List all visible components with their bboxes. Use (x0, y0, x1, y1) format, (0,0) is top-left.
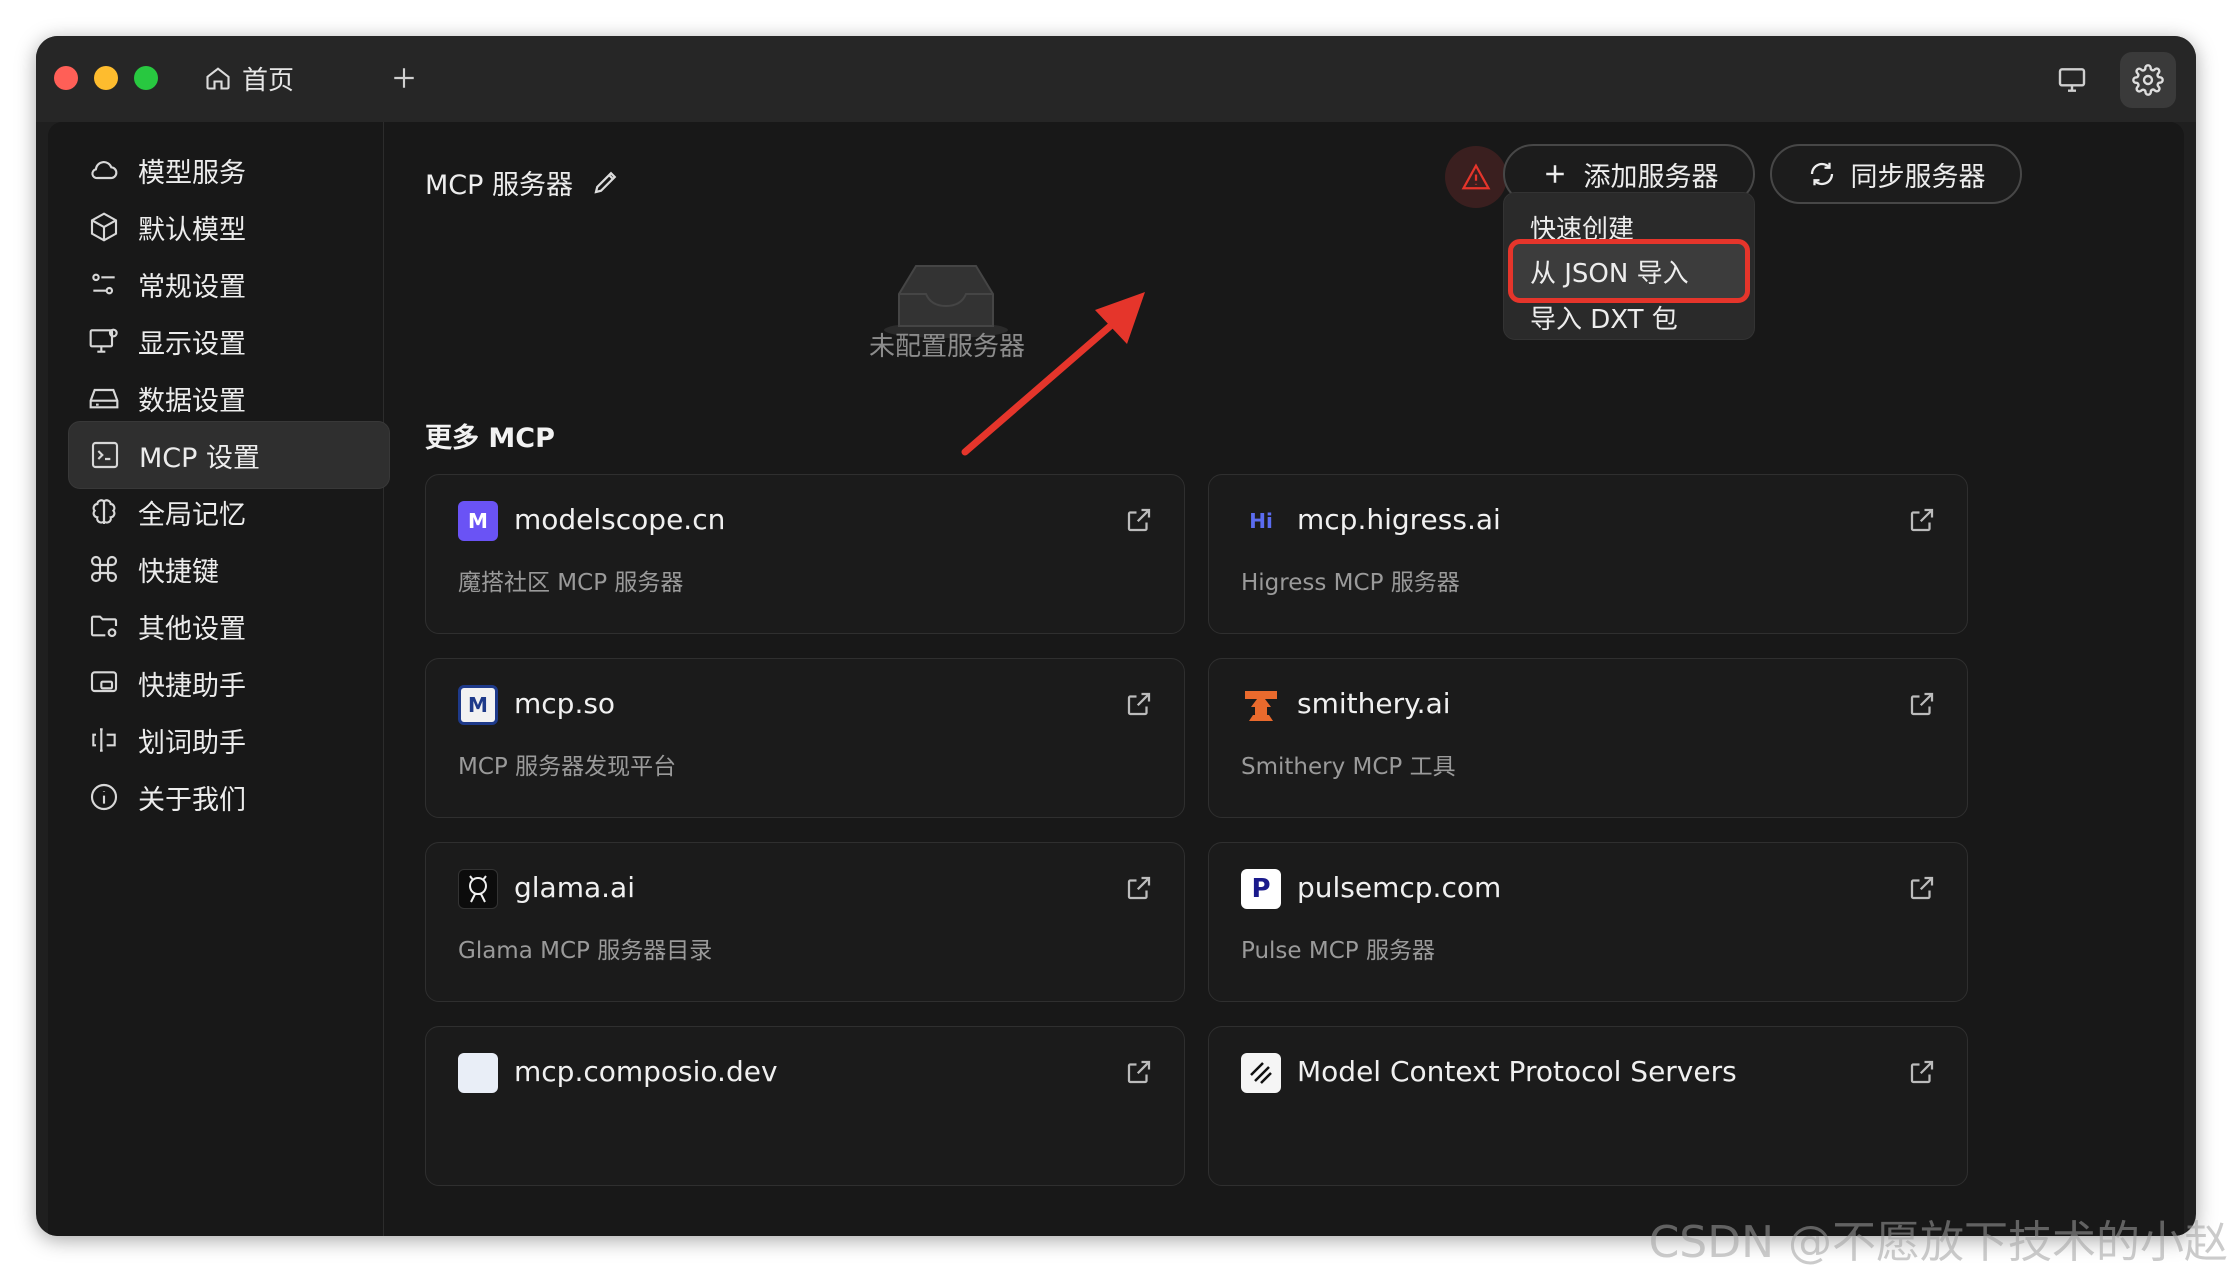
monitor-icon (2058, 68, 2086, 92)
app-window: 首页 模型服务 默认模型 常规设置 显示设置 数据设置 MCP 设置 全局记忆 … (36, 36, 2196, 1236)
settings-button[interactable] (2120, 52, 2176, 108)
refresh-icon (1810, 162, 1833, 186)
card-desc: Smithery MCP 工具 (1241, 754, 1456, 780)
tab-home-label: 首页 (242, 65, 295, 96)
drive-icon (89, 388, 119, 409)
home-icon (206, 67, 230, 90)
card-desc: Higress MCP 服务器 (1241, 570, 1460, 596)
card-name: mcp.higress.ai (1297, 503, 1501, 536)
smithery-logo (1241, 685, 1281, 725)
monitor-settings-icon (89, 328, 118, 353)
more-mcp-title: 更多 MCP (425, 423, 555, 454)
external-link-icon[interactable] (1124, 1057, 1154, 1087)
card-composio[interactable]: mcp.composio.dev (425, 1026, 1185, 1186)
command-icon (90, 555, 118, 583)
card-mcp-servers[interactable]: Model Context Protocol Servers (1208, 1026, 1968, 1186)
main-panel: MCP 服务器 添加服务器 同步服务器 快速创建 从 JSON 导入 导入 DX… (385, 122, 2184, 1236)
modelscope-logo: M (458, 501, 498, 541)
external-link-icon[interactable] (1907, 505, 1937, 535)
card-pulsemcp[interactable]: P pulsemcp.com Pulse MCP 服务器 (1208, 842, 1968, 1002)
card-name: glama.ai (514, 871, 635, 904)
tab-home[interactable]: 首页 (204, 58, 294, 98)
sidebar-item-label: 其他设置 (138, 613, 246, 645)
card-name: mcp.so (514, 687, 616, 720)
folder-settings-icon (90, 615, 118, 638)
card-name: pulsemcp.com (1297, 871, 1502, 904)
info-icon (90, 783, 118, 811)
sidebar-item-about-us[interactable]: 关于我们 (68, 763, 390, 831)
page-title: MCP 服务器 (425, 162, 621, 202)
external-link-icon[interactable] (1907, 873, 1937, 903)
maximize-window-button[interactable] (134, 66, 158, 90)
cube-icon (90, 212, 118, 242)
mcp-servers-logo (1241, 1053, 1281, 1093)
card-desc: Pulse MCP 服务器 (1241, 938, 1435, 964)
warning-button[interactable] (1445, 146, 1507, 208)
watermark: CSDN @不愿放下技术的小赵 (1648, 1217, 2228, 1268)
new-tab-button[interactable] (386, 60, 422, 96)
page-title-text: MCP 服务器 (425, 169, 574, 201)
card-smithery[interactable]: smithery.ai Smithery MCP 工具 (1208, 658, 1968, 818)
card-mcp-so[interactable]: M mcp.so MCP 服务器发现平台 (425, 658, 1185, 818)
composio-logo (458, 1053, 498, 1093)
gear-icon (2132, 64, 2164, 96)
pulsemcp-logo: P (1241, 869, 1281, 909)
external-link-icon[interactable] (1124, 689, 1154, 719)
window-icon (90, 671, 118, 693)
sidebar-item-label: 关于我们 (138, 784, 246, 816)
card-desc: Glama MCP 服务器目录 (458, 938, 713, 964)
warning-icon (1461, 163, 1491, 190)
sidebar-item-label: 快捷助手 (138, 670, 246, 702)
external-link-icon[interactable] (1124, 505, 1154, 535)
brain-icon (92, 499, 116, 524)
sidebar: 模型服务 默认模型 常规设置 显示设置 数据设置 MCP 设置 全局记忆 快捷键… (48, 122, 390, 1236)
card-desc: MCP 服务器发现平台 (458, 754, 677, 780)
sidebar-item-label: 显示设置 (138, 328, 246, 360)
sidebar-item-label: 常规设置 (138, 271, 246, 303)
sidebar-item-label: MCP 设置 (139, 442, 261, 474)
title-bar: 首页 (36, 36, 2196, 122)
add-server-dropdown: 快速创建 从 JSON 导入 导入 DXT 包 (1503, 192, 1755, 340)
glama-logo (458, 869, 498, 909)
mcp-so-logo: M (458, 685, 498, 725)
card-glama[interactable]: glama.ai Glama MCP 服务器目录 (425, 842, 1185, 1002)
close-window-button[interactable] (54, 66, 78, 90)
add-server-label: 添加服务器 (1583, 161, 1719, 193)
pencil-icon[interactable] (591, 167, 621, 197)
external-link-icon[interactable] (1907, 1057, 1937, 1087)
card-modelscope[interactable]: M modelscope.cn 魔搭社区 MCP 服务器 (425, 474, 1185, 634)
external-link-icon[interactable] (1124, 873, 1154, 903)
red-arrow-annotation (961, 292, 1145, 456)
terminal-icon (91, 441, 119, 469)
card-desc: 魔搭社区 MCP 服务器 (458, 570, 684, 596)
card-name: mcp.composio.dev (514, 1055, 778, 1088)
sliders-icon (92, 273, 115, 295)
plus-icon (1545, 165, 1564, 183)
sidebar-item-label: 划词助手 (138, 727, 246, 759)
card-name: Model Context Protocol Servers (1297, 1055, 1737, 1088)
sync-server-label: 同步服务器 (1850, 161, 1986, 193)
sidebar-item-label: 默认模型 (138, 214, 246, 246)
card-higress[interactable]: Hi mcp.higress.ai Higress MCP 服务器 (1208, 474, 1968, 634)
sidebar-item-label: 模型服务 (138, 157, 246, 189)
sidebar-item-label: 快捷键 (138, 556, 219, 588)
card-name: smithery.ai (1297, 687, 1451, 720)
external-link-icon[interactable] (1907, 689, 1937, 719)
text-cursor-icon (92, 728, 116, 752)
monitor-button[interactable] (2052, 60, 2092, 100)
sidebar-item-label: 全局记忆 (138, 499, 246, 531)
card-name: modelscope.cn (514, 503, 726, 536)
content-area: 模型服务 默认模型 常规设置 显示设置 数据设置 MCP 设置 全局记忆 快捷键… (48, 122, 2184, 1236)
higress-logo: Hi (1249, 509, 1273, 533)
plus-icon (394, 68, 414, 88)
minimize-window-button[interactable] (94, 66, 118, 90)
menu-item-import-dxt[interactable]: 导入 DXT 包 (1512, 289, 1746, 345)
sidebar-item-label: 数据设置 (138, 385, 246, 417)
cloud-icon (91, 161, 118, 180)
sync-server-button[interactable]: 同步服务器 (1770, 144, 2022, 204)
